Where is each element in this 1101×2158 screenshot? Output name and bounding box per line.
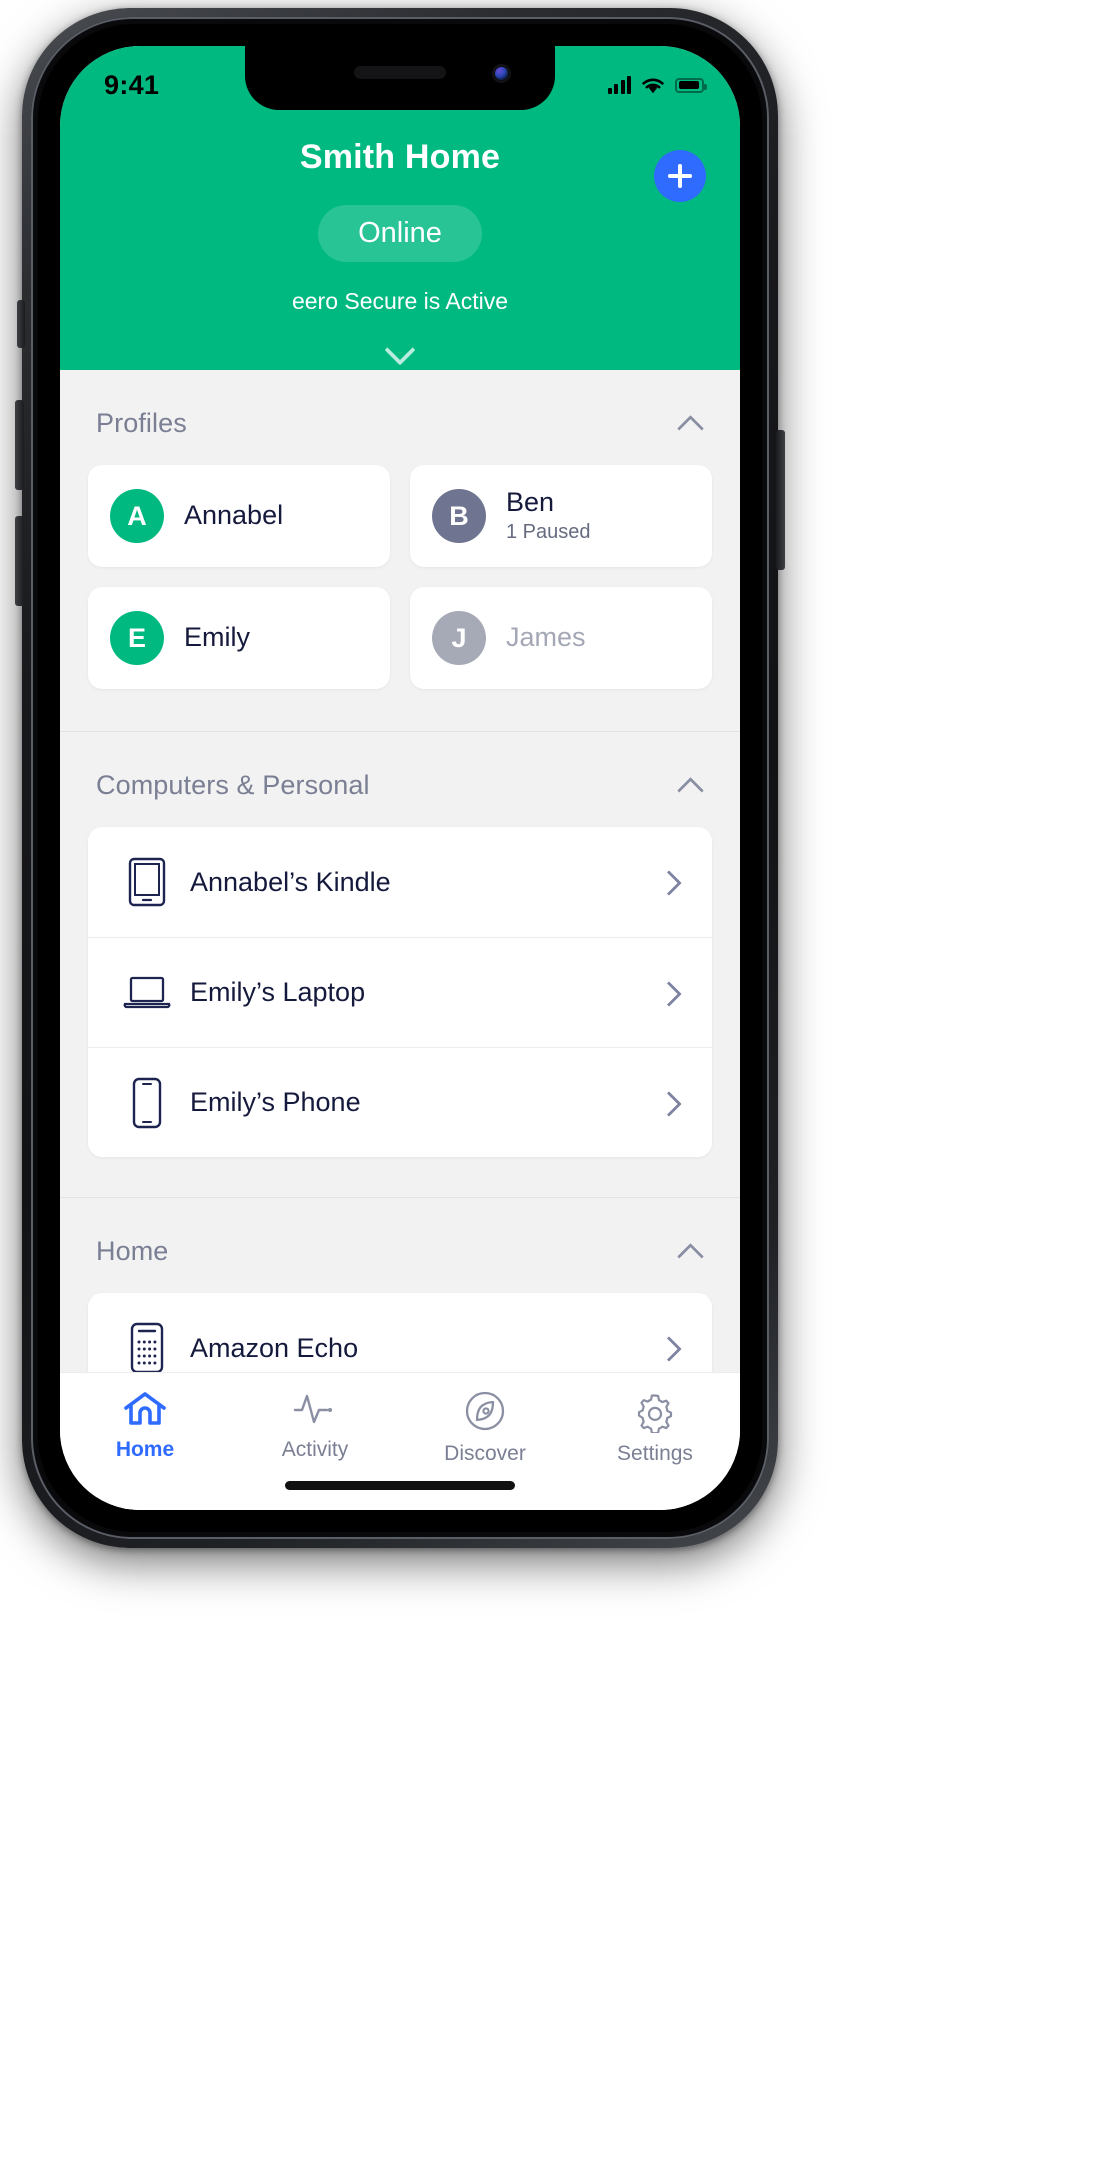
home-indicator[interactable]: [285, 1481, 515, 1490]
device-name: Annabel’s Kindle: [190, 866, 391, 897]
chevron-right-icon[interactable]: [658, 871, 680, 893]
device-name: Emily’s Phone: [190, 1087, 361, 1117]
profile-text: James: [506, 622, 586, 653]
compass-icon: [465, 1391, 505, 1431]
tab-activity[interactable]: Activity: [230, 1389, 400, 1462]
page-title: Smith Home: [299, 138, 501, 176]
wifi-icon: [642, 78, 664, 93]
section-title: Home: [96, 1236, 169, 1266]
avatar: B: [432, 489, 486, 543]
device-name: Emily’s Laptop: [190, 977, 366, 1007]
profile-status: 1 Paused: [506, 521, 591, 544]
tab-home[interactable]: Home: [60, 1389, 230, 1462]
section-header-computers-personal[interactable]: Computers & Personal: [60, 732, 740, 827]
tab-label: Activity: [281, 1438, 349, 1461]
laptop-icon: [118, 973, 176, 1013]
volume-up-button[interactable]: [15, 400, 24, 490]
section-header-home[interactable]: Home: [60, 1198, 740, 1293]
section-header-profiles[interactable]: Profiles: [60, 370, 740, 465]
chevron-right-icon[interactable]: [658, 1092, 680, 1114]
tab-discover[interactable]: Discover: [400, 1389, 570, 1466]
cellular-bars-icon: [607, 76, 631, 94]
section-title: Profiles: [96, 408, 187, 438]
avatar: E: [110, 611, 164, 665]
profiles-grid: A Annabel B Ben 1 Paused E Emily J James: [60, 465, 740, 731]
status-time: 9:41: [104, 69, 160, 100]
tab-label: Home: [115, 1438, 175, 1461]
battery-full-icon: [675, 77, 707, 93]
profile-name: Annabel: [184, 500, 284, 531]
volume-down-button[interactable]: [15, 516, 24, 606]
device-name: Amazon Echo: [190, 1332, 359, 1363]
chevron-down-icon[interactable]: [384, 331, 416, 363]
section-title: Computers & Personal: [96, 770, 370, 800]
gear-icon: [637, 1394, 673, 1433]
profile-text: Emily: [184, 622, 250, 653]
tab-settings[interactable]: Settings: [570, 1389, 740, 1466]
chevron-up-icon[interactable]: [678, 1239, 704, 1265]
status-bar: 9:41: [60, 46, 740, 110]
profile-card-emily[interactable]: E Emily: [88, 587, 390, 689]
house-icon: [124, 1392, 166, 1425]
chevron-right-icon[interactable]: [658, 982, 680, 1004]
chevron-right-icon[interactable]: [658, 1337, 680, 1359]
profile-name: James: [506, 622, 586, 653]
avatar: A: [110, 489, 164, 543]
status-indicators: [607, 76, 707, 95]
profile-text: Annabel: [184, 500, 284, 531]
chevron-up-icon[interactable]: [678, 773, 704, 799]
profile-card-annabel[interactable]: A Annabel: [88, 465, 390, 567]
add-button[interactable]: [654, 150, 706, 202]
tab-label: Discover: [444, 1442, 526, 1465]
pulse-icon: [293, 1394, 332, 1424]
profile-card-james[interactable]: J James: [410, 587, 712, 689]
smart-speaker-icon: [118, 1322, 176, 1374]
screenshot-root: 9:41 Smith Home Online eero Secure is Ac…: [0, 0, 1101, 2158]
tab-label: Settings: [617, 1442, 693, 1465]
avatar: J: [432, 611, 486, 665]
section-computers-personal: Computers & Personal Annabel’s Kindle Em…: [60, 731, 740, 1157]
device-row-annabels-kindle[interactable]: Annabel’s Kindle: [88, 827, 712, 937]
eero-secure-status: eero Secure is Active: [291, 288, 509, 314]
mute-switch[interactable]: [17, 300, 25, 348]
content-scroll-area[interactable]: Profiles A Annabel B Ben 1 Paused E Emil…: [60, 370, 740, 1510]
device-row-emilys-laptop[interactable]: Emily’s Laptop: [88, 937, 712, 1047]
power-button[interactable]: [776, 430, 785, 570]
profile-name: Ben: [506, 486, 555, 517]
profile-card-ben[interactable]: B Ben 1 Paused: [410, 465, 712, 567]
tablet-icon: [118, 857, 176, 907]
phone-icon: [118, 1077, 176, 1129]
device-list: Annabel’s Kindle Emily’s Laptop Emily’s …: [88, 827, 712, 1157]
chevron-up-icon[interactable]: [678, 411, 704, 437]
phone-screen: 9:41 Smith Home Online eero Secure is Ac…: [60, 46, 740, 1510]
bottom-tab-bar: Home Activity Discover Settings: [60, 1372, 740, 1510]
profile-name: Emily: [184, 622, 250, 653]
status-badge[interactable]: Online: [318, 205, 482, 262]
section-profiles: Profiles A Annabel B Ben 1 Paused E Emil…: [60, 370, 740, 731]
device-row-emilys-phone[interactable]: Emily’s Phone: [88, 1047, 712, 1157]
profile-text: Ben 1 Paused: [506, 486, 591, 545]
